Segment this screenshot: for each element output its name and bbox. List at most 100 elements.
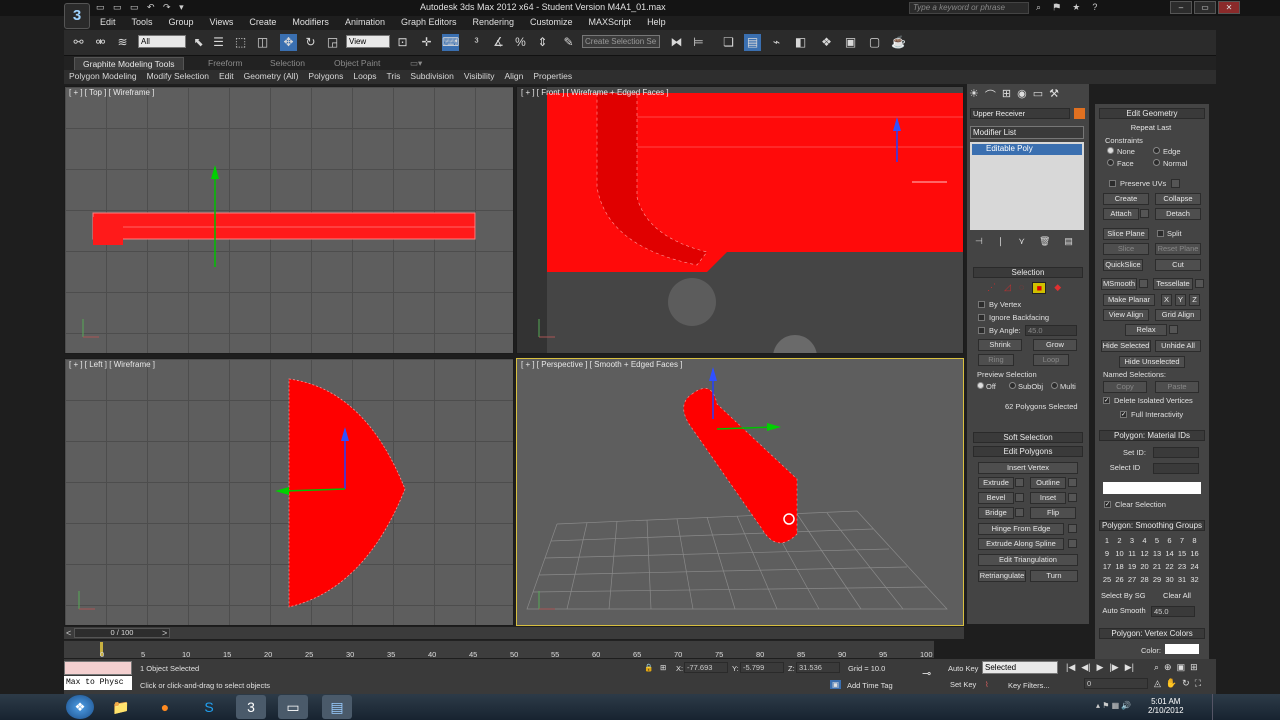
flip-button[interactable]: Flip bbox=[1030, 507, 1076, 519]
skype-taskbar-icon[interactable]: S bbox=[194, 695, 224, 719]
select-id-button[interactable]: Select ID bbox=[1103, 463, 1147, 475]
border-level-icon[interactable]: ◌ bbox=[1019, 282, 1024, 294]
start-button-icon[interactable]: ❖ bbox=[66, 695, 94, 719]
menu-views[interactable]: Views bbox=[202, 16, 242, 30]
viewport-front[interactable]: [ + ] [ Front ] [ Wireframe + Edged Face… bbox=[516, 86, 964, 354]
attach-button[interactable]: Attach bbox=[1103, 208, 1139, 220]
extrude-button[interactable]: Extrude bbox=[978, 477, 1014, 489]
stack-tools[interactable]: ⊣ ❘ ⋎ 🗑 ▤ bbox=[975, 236, 1073, 247]
smoothing-group-8-button[interactable]: 8 bbox=[1188, 536, 1201, 548]
curve-editor-icon[interactable]: ⌁ bbox=[768, 34, 785, 51]
3dsmax-taskbar-icon[interactable]: 3 bbox=[236, 695, 266, 719]
smoothing-group-29-button[interactable]: 29 bbox=[1151, 575, 1163, 587]
bevel-settings-button[interactable] bbox=[1015, 493, 1024, 502]
y-coord-field[interactable]: -5.799 bbox=[740, 662, 784, 673]
material-ids-rollout-header[interactable]: Polygon: Material IDs bbox=[1099, 430, 1205, 441]
keyboard-shortcut-override-icon[interactable]: ⌨ bbox=[442, 34, 459, 51]
auto-key-button[interactable]: Auto Key bbox=[948, 664, 978, 673]
next-key-icon[interactable]: |▶ bbox=[1109, 662, 1118, 673]
set-key-icon[interactable]: ⌇ bbox=[985, 680, 989, 689]
modify-tab-icon[interactable]: ⌒ bbox=[985, 87, 996, 103]
smoothing-group-16-button[interactable]: 16 bbox=[1188, 549, 1201, 561]
viewport-left[interactable]: [ + ] [ Left ] [ Wireframe ] bbox=[64, 358, 514, 626]
zoom-all-icon[interactable]: ⊕ bbox=[1164, 662, 1172, 673]
reference-coordinate-dropdown[interactable]: View bbox=[346, 35, 390, 48]
constraint-normal-radio[interactable] bbox=[1153, 159, 1160, 166]
clear-all-button[interactable]: Clear All bbox=[1155, 591, 1199, 603]
maxscript-output[interactable]: Max to Physc bbox=[64, 676, 132, 690]
play-icon[interactable]: ▶ bbox=[1097, 662, 1104, 673]
menu-edit[interactable]: Edit bbox=[92, 16, 124, 30]
window-taskbar-icon[interactable]: ▭ bbox=[278, 695, 308, 719]
menu-create[interactable]: Create bbox=[241, 16, 284, 30]
ribbon-options-icon[interactable]: ▭▾ bbox=[402, 57, 430, 70]
panel-tris[interactable]: Tris bbox=[382, 70, 406, 84]
clock[interactable]: 5:01 AM 2/10/2012 bbox=[1148, 697, 1184, 715]
smoothing-group-32-button[interactable]: 32 bbox=[1188, 575, 1201, 587]
edge-level-icon[interactable]: ◿ bbox=[1004, 282, 1011, 294]
z-coord-field[interactable]: 31.536 bbox=[796, 662, 840, 673]
vertex-level-icon[interactable]: ⋰ bbox=[987, 282, 996, 294]
auto-smooth-button[interactable]: Auto Smooth bbox=[1101, 606, 1147, 618]
vertex-colors-rollout-header[interactable]: Polygon: Vertex Colors bbox=[1099, 628, 1205, 639]
percent-snap-icon[interactable]: % bbox=[512, 34, 529, 51]
maximize-viewport-icon[interactable]: ⛶ bbox=[1195, 678, 1201, 689]
view-align-button[interactable]: View Align bbox=[1103, 309, 1149, 321]
viewport-label[interactable]: [ + ] [ Front ] [ Wireframe + Edged Face… bbox=[521, 88, 669, 97]
menu-rendering[interactable]: Rendering bbox=[465, 16, 523, 30]
constraint-none-radio[interactable] bbox=[1107, 147, 1114, 154]
relax-button[interactable]: Relax bbox=[1125, 324, 1167, 336]
menu-maxscript[interactable]: MAXScript bbox=[581, 16, 640, 30]
smoothing-group-5-button[interactable]: 5 bbox=[1151, 536, 1163, 548]
smoothing-group-31-button[interactable]: 31 bbox=[1176, 575, 1188, 587]
menu-group[interactable]: Group bbox=[161, 16, 202, 30]
slice-button[interactable]: Slice bbox=[1103, 243, 1149, 255]
insert-vertex-button[interactable]: Insert Vertex bbox=[978, 462, 1078, 474]
viewport-navigation[interactable]: ⌕ ⊕ ▣ ⊞ bbox=[1154, 662, 1198, 673]
prev-frame-icon[interactable]: < bbox=[66, 628, 71, 638]
subobject-level-icons[interactable]: ⋰ ◿ ◌ ■ ◆ bbox=[987, 282, 1061, 294]
viewport-navigation-2[interactable]: ◬ ✋ ↻ ⛶ bbox=[1154, 678, 1201, 689]
make-unique-icon[interactable]: ⋎ bbox=[1018, 236, 1025, 247]
select-scale-icon[interactable]: ◲ bbox=[324, 34, 341, 51]
smoothing-group-18-button[interactable]: 18 bbox=[1113, 562, 1126, 574]
selection-rollout-header[interactable]: Selection bbox=[973, 267, 1083, 278]
paste-button[interactable]: Paste bbox=[1155, 381, 1199, 393]
key-filters-button[interactable]: Key Filters... bbox=[1008, 681, 1050, 690]
delete-isolated-checkbox[interactable]: ✓ bbox=[1103, 397, 1110, 404]
preview-multi-radio[interactable] bbox=[1051, 382, 1058, 389]
select-object-icon[interactable]: ⬉ bbox=[190, 34, 207, 51]
go-to-start-icon[interactable]: |◀ bbox=[1066, 662, 1075, 673]
schematic-view-icon[interactable]: ◧ bbox=[792, 34, 809, 51]
smoothing-group-13-button[interactable]: 13 bbox=[1151, 549, 1163, 561]
absolute-mode-icon[interactable]: ⊞ bbox=[660, 663, 666, 672]
window-crossing-icon[interactable]: ◫ bbox=[254, 34, 271, 51]
extrude-along-spline-button[interactable]: Extrude Along Spline bbox=[978, 538, 1064, 550]
tessellate-settings-button[interactable] bbox=[1195, 279, 1204, 288]
auto-smooth-spinner[interactable]: 45.0 bbox=[1151, 606, 1195, 617]
collapse-button[interactable]: Collapse bbox=[1155, 193, 1201, 205]
detach-button[interactable]: Detach bbox=[1155, 208, 1201, 220]
smoothing-group-19-button[interactable]: 19 bbox=[1126, 562, 1138, 574]
app-logo-icon[interactable]: 3 bbox=[64, 3, 90, 29]
by-angle-spinner[interactable]: 45.0 bbox=[1025, 325, 1077, 336]
smoothing-group-3-button[interactable]: 3 bbox=[1126, 536, 1138, 548]
mirror-icon[interactable]: ⧓ bbox=[668, 34, 685, 51]
snap-toggle-icon[interactable]: ³ bbox=[468, 34, 485, 51]
panel-visibility[interactable]: Visibility bbox=[459, 70, 500, 84]
bevel-button[interactable]: Bevel bbox=[978, 492, 1014, 504]
planar-y-button[interactable]: Y bbox=[1175, 294, 1186, 306]
tab-object-paint[interactable]: Object Paint bbox=[326, 57, 388, 69]
constraint-edge-radio[interactable] bbox=[1153, 147, 1160, 154]
key-mode-dropdown[interactable]: Selected bbox=[982, 661, 1058, 674]
smoothing-group-11-button[interactable]: 11 bbox=[1126, 549, 1138, 561]
clear-selection-checkbox[interactable]: ✓ bbox=[1104, 501, 1111, 508]
repeat-last-button[interactable]: Repeat Last bbox=[1103, 123, 1199, 135]
bridge-button[interactable]: Bridge bbox=[978, 507, 1014, 519]
smoothing-group-14-button[interactable]: 14 bbox=[1163, 549, 1176, 561]
app-taskbar-icon[interactable]: ▤ bbox=[322, 695, 352, 719]
shrink-button[interactable]: Shrink bbox=[978, 339, 1022, 351]
tessellate-button[interactable]: Tessellate bbox=[1153, 278, 1193, 290]
playback-controls[interactable]: |◀ ◀| ▶ |▶ ▶| bbox=[1066, 662, 1134, 673]
panel-polygons[interactable]: Polygons bbox=[303, 70, 348, 84]
